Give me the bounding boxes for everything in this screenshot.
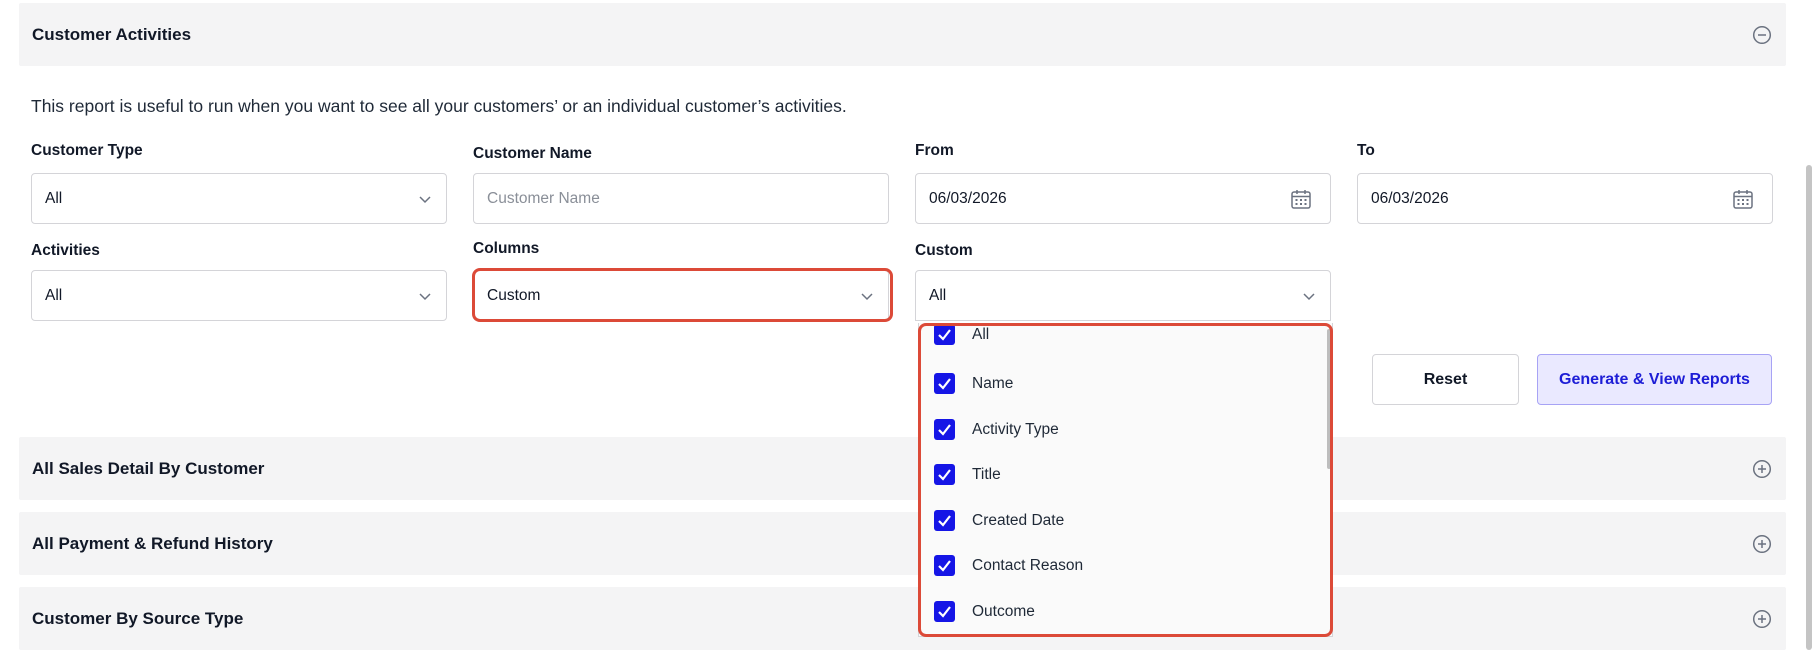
activities-select[interactable]: All	[31, 270, 447, 321]
from-date-input[interactable]: 06/03/2026	[915, 173, 1331, 224]
activities-label: Activities	[31, 242, 100, 259]
generate-reports-button[interactable]: Generate & View Reports	[1537, 354, 1772, 405]
chevron-down-icon	[1303, 292, 1315, 300]
minus-circle-icon[interactable]	[1752, 25, 1772, 45]
custom-columns-select[interactable]: All	[915, 270, 1331, 321]
report-description: This report is useful to run when you wa…	[31, 96, 847, 116]
activities-value: All	[45, 286, 63, 304]
customer-name-input[interactable]: Customer Name	[473, 173, 889, 224]
columns-highlight-box	[472, 268, 893, 322]
section-payment-refund[interactable]: All Payment & Refund History	[19, 512, 1786, 575]
section-title: All Payment & Refund History	[32, 533, 273, 553]
columns-label: Columns	[473, 240, 540, 257]
from-label: From	[915, 142, 954, 159]
custom-label: Custom	[915, 242, 973, 259]
chevron-down-icon	[419, 195, 431, 203]
reset-button[interactable]: Reset	[1372, 354, 1519, 405]
to-date-value: 06/03/2026	[1371, 189, 1449, 207]
page-scrollbar[interactable]	[1806, 165, 1812, 650]
plus-circle-icon[interactable]	[1752, 534, 1772, 554]
customer-name-label: Customer Name	[473, 145, 592, 162]
plus-circle-icon[interactable]	[1752, 459, 1772, 479]
custom-columns-value: All	[929, 286, 947, 304]
section-title: All Sales Detail By Customer	[32, 458, 265, 478]
dropdown-highlight-box	[918, 323, 1333, 637]
section-source-type[interactable]: Customer By Source Type	[19, 587, 1786, 650]
from-date-value: 06/03/2026	[929, 189, 1007, 207]
customer-type-label: Customer Type	[31, 142, 143, 159]
section-sales-detail[interactable]: All Sales Detail By Customer	[19, 437, 1786, 500]
calendar-icon[interactable]	[1290, 188, 1312, 210]
section-customer-activities[interactable]: Customer Activities	[19, 3, 1786, 66]
to-date-input[interactable]: 06/03/2026	[1357, 173, 1773, 224]
chevron-down-icon	[419, 292, 431, 300]
calendar-icon[interactable]	[1732, 188, 1754, 210]
customer-type-select[interactable]: All	[31, 173, 447, 224]
section-title: Customer Activities	[32, 24, 192, 44]
customer-type-value: All	[45, 189, 63, 207]
to-label: To	[1357, 142, 1375, 159]
plus-circle-icon[interactable]	[1752, 609, 1772, 629]
customer-name-placeholder: Customer Name	[487, 189, 600, 207]
section-title: Customer By Source Type	[32, 608, 244, 628]
